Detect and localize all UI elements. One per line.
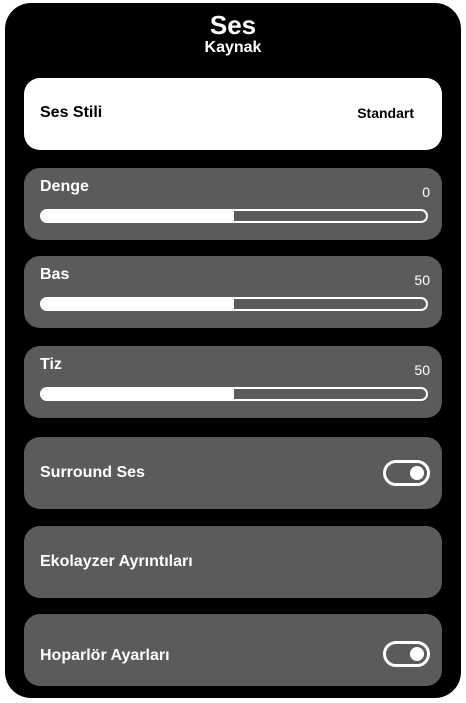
bass-label: Bas [40, 266, 70, 283]
menu-item-sound-style[interactable]: Ses Stili Standart [24, 78, 442, 150]
menu-item-treble[interactable]: Tiz 50 [24, 346, 442, 418]
speakers-toggle-icon[interactable] [383, 641, 430, 667]
menu-item-bass[interactable]: Bas 50 [24, 256, 442, 328]
toggle-knob [410, 466, 424, 480]
panel-header: Ses Kaynak [5, 11, 461, 57]
sound-style-label: Ses Stili [40, 104, 103, 121]
balance-slider[interactable] [40, 209, 428, 223]
page-title: Ses [209, 10, 257, 40]
bass-value: 50 [414, 272, 430, 288]
page-subtitle: Kaynak [204, 39, 262, 56]
equalizer-label: Ekolayzer Ayrıntıları [40, 553, 193, 570]
sound-settings-panel: Ses Kaynak Ses Stili Standart Denge 0 Ba… [5, 3, 461, 698]
bass-slider[interactable] [40, 297, 428, 311]
surround-label: Surround Ses [40, 464, 145, 481]
treble-slider[interactable] [40, 387, 428, 401]
speakers-label: Hoparlör Ayarları [40, 647, 170, 664]
treble-label: Tiz [40, 356, 62, 373]
balance-label: Denge [40, 178, 89, 195]
menu-item-speakers[interactable]: Hoparlör Ayarları [24, 614, 442, 686]
treble-slider-fill [42, 389, 234, 399]
balance-value: 0 [422, 184, 430, 200]
menu-item-equalizer[interactable]: Ekolayzer Ayrıntıları [24, 526, 442, 598]
bass-slider-fill [42, 299, 234, 309]
toggle-knob [410, 647, 424, 661]
treble-value: 50 [414, 362, 430, 378]
balance-slider-fill [42, 211, 234, 221]
menu-item-balance[interactable]: Denge 0 [24, 168, 442, 240]
sound-style-value: Standart [357, 105, 414, 121]
menu-item-surround[interactable]: Surround Ses [24, 437, 442, 509]
surround-toggle-icon[interactable] [383, 460, 430, 486]
